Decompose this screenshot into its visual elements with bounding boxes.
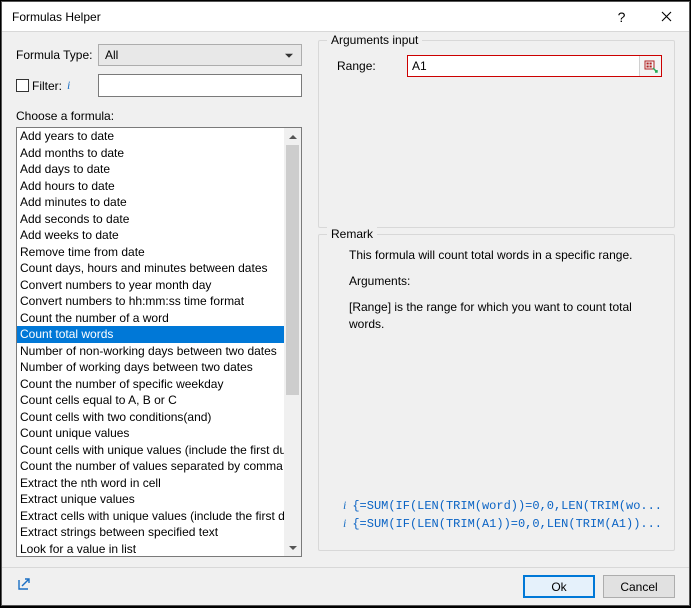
formula-type-value: All [105,48,118,62]
list-item[interactable]: Add hours to date [17,178,284,195]
scroll-up-arrow[interactable] [284,128,301,145]
list-item[interactable]: Add minutes to date [17,194,284,211]
list-item[interactable]: Extract cells with unique values (includ… [17,508,284,525]
popout-icon[interactable] [16,576,32,597]
remark-fieldset: Remark This formula will count total wor… [318,234,675,551]
range-label: Range: [331,59,407,73]
filter-checkbox[interactable] [16,79,29,92]
formula-preview-1[interactable]: {=SUM(IF(LEN(TRIM(word))=0,0,LEN(TRIM(wo… [352,499,662,513]
list-item[interactable]: Count total words [17,326,284,343]
formula-listbox[interactable]: Add years to dateAdd months to dateAdd d… [16,127,302,557]
info-icon[interactable]: i [67,78,70,93]
cancel-button[interactable]: Cancel [603,575,675,598]
window-title: Formulas Helper [12,10,599,24]
formulas-helper-dialog: Formulas Helper ? Formula Type: All Filt… [1,1,690,606]
remark-range-desc: [Range] is the range for which you want … [349,299,658,331]
list-item[interactable]: Add days to date [17,161,284,178]
arguments-legend: Arguments input [327,33,422,47]
list-item[interactable]: Count cells with unique values (include … [17,442,284,459]
formula-preview-2[interactable]: {=SUM(IF(LEN(TRIM(A1))=0,0,LEN(TRIM(A1))… [352,517,662,531]
close-icon [661,11,672,22]
list-item[interactable]: Count unique values [17,425,284,442]
list-item[interactable]: Add seconds to date [17,211,284,228]
range-row: Range: [331,55,662,77]
list-item[interactable]: Count the number of a word [17,310,284,327]
remark-args-header: Arguments: [349,273,658,289]
list-item[interactable]: Count cells equal to A, B or C [17,392,284,409]
formula-type-select[interactable]: All [98,44,302,66]
formula-type-row: Formula Type: All [16,44,302,66]
list-item[interactable]: Convert numbers to year month day [17,277,284,294]
list-item[interactable]: Extract unique values [17,491,284,508]
list-item[interactable]: Count the number of specific weekday [17,376,284,393]
scroll-down-arrow[interactable] [284,539,301,556]
list-item[interactable]: Count cells with two conditions(and) [17,409,284,426]
list-item[interactable]: Number of non-working days between two d… [17,343,284,360]
close-button[interactable] [644,2,689,32]
formula-type-label: Formula Type: [16,48,98,62]
list-item[interactable]: Extract strings between specified text [17,524,284,541]
arguments-fieldset: Arguments input Range: [318,40,675,228]
formula-previews: i {=SUM(IF(LEN(TRIM(word))=0,0,LEN(TRIM(… [331,498,662,538]
dialog-footer: Ok Cancel [2,567,689,605]
range-input[interactable] [408,56,639,76]
remark-description: This formula will count total words in a… [349,247,658,263]
list-item[interactable]: Number of working days between two dates [17,359,284,376]
list-item[interactable]: Count days, hours and minutes between da… [17,260,284,277]
scroll-thumb[interactable] [286,145,299,395]
range-picker-button[interactable] [639,56,661,76]
list-item[interactable]: Convert numbers to hh:mm:ss time format [17,293,284,310]
scrollbar[interactable] [284,128,301,556]
list-item[interactable]: Remove time from date [17,244,284,261]
filter-input[interactable] [98,74,302,97]
filter-row: Filter: i [16,74,302,97]
remark-content: This formula will count total words in a… [331,247,662,342]
ok-button[interactable]: Ok [523,575,595,598]
titlebar: Formulas Helper ? [2,2,689,32]
info-icon[interactable]: i [343,516,346,531]
right-panel: Arguments input Range: [312,32,689,567]
list-item[interactable]: Count the number of values separated by … [17,458,284,475]
help-button[interactable]: ? [599,2,644,32]
list-item[interactable]: Add years to date [17,128,284,145]
list-item[interactable]: Extract the nth word in cell [17,475,284,492]
filter-checkbox-wrap: Filter: i [16,74,98,97]
range-input-wrap [407,55,662,77]
filter-label: Filter: [32,79,62,93]
info-icon[interactable]: i [343,498,346,513]
choose-formula-label: Choose a formula: [16,109,302,123]
formula-preview-row-2: i {=SUM(IF(LEN(TRIM(A1))=0,0,LEN(TRIM(A1… [341,516,662,531]
list-item[interactable]: Add weeks to date [17,227,284,244]
left-panel: Formula Type: All Filter: i Choose a for… [2,32,312,567]
formula-preview-row-1: i {=SUM(IF(LEN(TRIM(word))=0,0,LEN(TRIM(… [341,498,662,513]
range-picker-icon [644,59,658,73]
dialog-body: Formula Type: All Filter: i Choose a for… [2,32,689,567]
list-item[interactable]: Add months to date [17,145,284,162]
remark-legend: Remark [327,227,377,241]
list-item[interactable]: Look for a value in list [17,541,284,557]
